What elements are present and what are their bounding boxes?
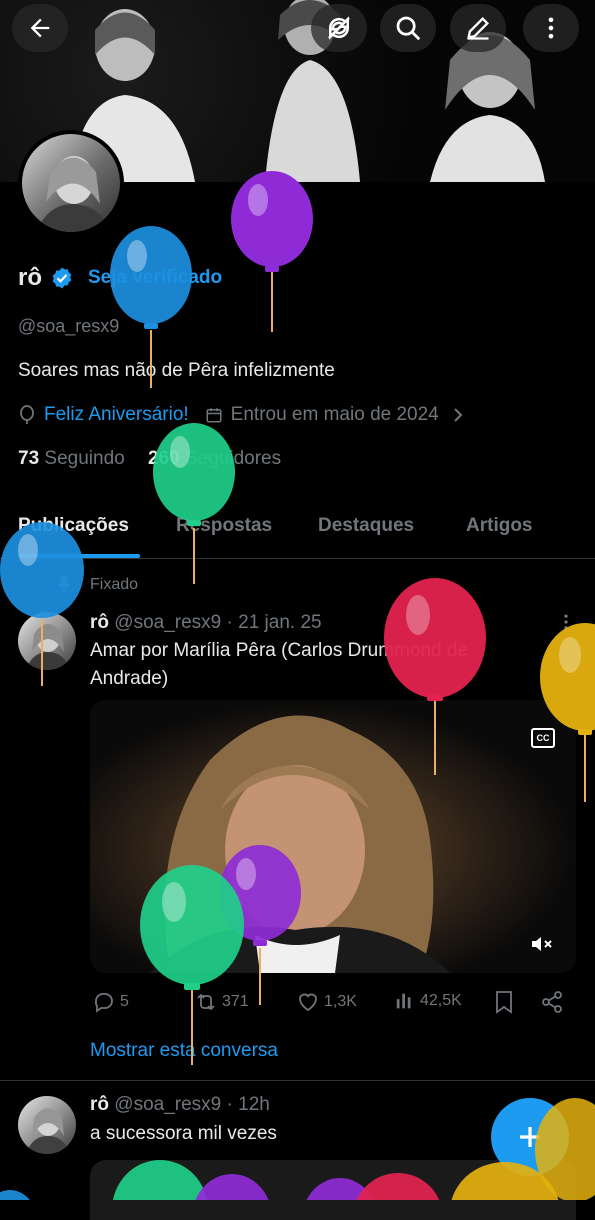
tab-destaques[interactable]: Destaques: [318, 515, 414, 537]
back-button[interactable]: [12, 4, 68, 52]
muted-speaker-icon[interactable]: [530, 934, 554, 954]
repost-button[interactable]: 371: [194, 990, 249, 1014]
compose-button[interactable]: [450, 4, 506, 52]
post-actions: 5 371 1,3K 42,5K: [90, 990, 576, 1016]
tab-respostas[interactable]: Respostas: [176, 515, 272, 537]
post-author-handle[interactable]: @soa_resx9: [114, 612, 221, 633]
repost-icon: [197, 993, 215, 1011]
bookmark-button[interactable]: [494, 990, 514, 1014]
balloon-icon: [20, 405, 34, 424]
get-verified-link[interactable]: Seja verificado: [88, 267, 222, 289]
followers-link[interactable]: 260 Seguidores: [148, 448, 281, 469]
post-more-icon[interactable]: [556, 612, 576, 632]
pinned-label: Fixado: [90, 576, 139, 593]
more-options-button[interactable]: [523, 4, 579, 52]
more-vertical-icon: [548, 17, 554, 39]
post-text: Amar por Marília Pêra (Carlos Drummond d…: [90, 640, 469, 689]
reply-button[interactable]: 5: [92, 990, 129, 1014]
active-tab-indicator: [18, 554, 140, 558]
closed-captions-icon[interactable]: CC: [531, 728, 555, 748]
like-button[interactable]: 1,3K: [296, 990, 357, 1014]
following-link[interactable]: 73 Seguindo: [18, 448, 125, 469]
post-time[interactable]: · 21 jan. 25: [227, 612, 322, 633]
show-thread-link[interactable]: Mostrar esta conversa: [90, 1040, 278, 1062]
post-media[interactable]: [90, 1160, 576, 1220]
share-button[interactable]: [540, 990, 564, 1014]
verified-badge-icon: [52, 267, 72, 289]
post-header: rô @soa_resx9 · 21 jan. 25: [90, 612, 322, 634]
post-header: rô @soa_resx9 · 12h: [90, 1094, 270, 1116]
post-author-name[interactable]: rô: [90, 1094, 109, 1115]
profile-meta-row: Feliz Aniversário! Entrou em maio de 202…: [18, 404, 465, 426]
share-icon: [542, 991, 562, 1013]
profile-name-row: rô Seja verificado: [18, 264, 222, 292]
views-chart-icon: [396, 993, 411, 1009]
avatar-photo: [22, 134, 120, 232]
post-text: a sucessora mil vezes: [90, 1123, 277, 1144]
bookmark-icon: [496, 991, 512, 1014]
no-sync-icon: [328, 16, 350, 40]
reply-icon: [94, 993, 113, 1013]
profile-name: rô: [18, 264, 42, 291]
profile-tabs: Publicações Respostas Destaques Artigos: [0, 510, 595, 559]
profile-avatar[interactable]: [18, 130, 124, 236]
post-divider: [0, 1080, 595, 1081]
pin-icon: [58, 576, 70, 593]
profile-handle: @soa_resx9: [18, 316, 120, 336]
tab-publicacoes[interactable]: Publicações: [18, 515, 129, 537]
arrow-left-icon: [30, 18, 50, 38]
search-button[interactable]: [380, 4, 436, 52]
post-time[interactable]: · 12h: [227, 1094, 270, 1115]
plus-icon: [520, 1127, 540, 1147]
post-author-handle[interactable]: @soa_resx9: [114, 1094, 221, 1115]
views-button[interactable]: 42,5K: [394, 990, 462, 1012]
balloon-icon: [231, 171, 313, 332]
profile-bio: Soares mas não de Pêra infelizmente: [18, 360, 335, 381]
compose-icon: [467, 17, 489, 40]
no-sync-button[interactable]: [311, 4, 367, 52]
new-post-button[interactable]: [491, 1098, 569, 1176]
post-avatar[interactable]: [18, 612, 76, 670]
follow-stats: 73 Seguindo 260 Seguidores: [18, 448, 281, 470]
post-author-name[interactable]: rô: [90, 612, 109, 633]
joined-date: Entrou em maio de 2024: [230, 404, 439, 425]
chevron-right-icon[interactable]: [451, 406, 465, 424]
post-video[interactable]: CC: [90, 700, 576, 973]
calendar-icon: [206, 408, 222, 423]
tab-artigos[interactable]: Artigos: [466, 515, 533, 537]
search-icon: [396, 16, 421, 41]
birthday-link[interactable]: Feliz Aniversário!: [44, 404, 189, 426]
heart-icon: [299, 993, 317, 1012]
post-avatar[interactable]: [18, 1096, 76, 1154]
